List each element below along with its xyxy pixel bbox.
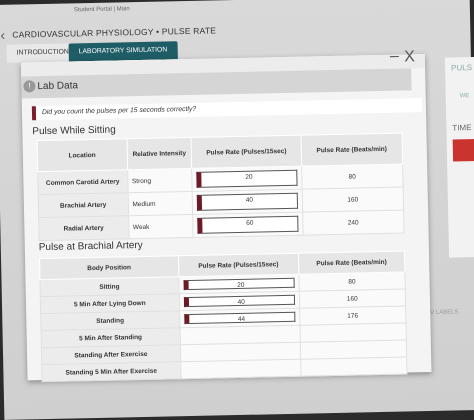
col-bpm: Pulse Rate (Beats/min) — [298, 251, 405, 275]
pulse15-input[interactable]: 40 — [183, 294, 295, 308]
portal-label: Student Portal | Main — [73, 6, 130, 14]
minimize-button[interactable]: – — [390, 48, 399, 66]
right-panel-sub: WE — [459, 93, 470, 100]
question-text: Did you count the pulses per 15 seconds … — [31, 98, 423, 121]
pulse15-cell: 60 — [193, 212, 303, 238]
intensity-cell: Medium — [127, 191, 194, 216]
col-position: Body Position — [39, 255, 179, 280]
breadcrumb-text: CARDIOVASCULAR PHYSIOLOGY • PULSE RATE — [12, 25, 217, 40]
pulse15-cell: 44 — [179, 308, 300, 328]
pulse15-cell: 40 — [192, 189, 303, 215]
lab-data-title: Lab Data — [37, 80, 79, 93]
col-location: Location — [37, 138, 128, 172]
timer-block[interactable] — [452, 138, 474, 162]
bpm-cell: 160 — [301, 187, 404, 213]
lab-data-modal: – X ! Lab Data Did you count the pulses … — [20, 48, 432, 382]
close-button[interactable]: X — [404, 48, 415, 66]
right-panel-title: PULS — [451, 63, 473, 73]
right-panel: PULS WE TIME — [444, 56, 474, 258]
bpm-cell: 240 — [302, 210, 405, 236]
bpm-cell: 80 — [301, 164, 404, 190]
pulse15-input[interactable]: 40 — [197, 192, 298, 211]
intensity-cell: Weak — [128, 214, 194, 239]
pulse15-cell[interactable] — [180, 359, 301, 379]
right-panel-time: TIME — [452, 123, 472, 133]
intensity-cell: Strong — [127, 168, 193, 193]
col-bpm: Pulse Rate (Beats/min) — [300, 133, 403, 167]
pulse15-input[interactable]: 20 — [183, 277, 295, 291]
bpm-cell — [300, 356, 408, 377]
screen: Student Portal | Main ‹ CARDIOVASCULAR P… — [0, 0, 474, 420]
back-chevron-icon[interactable]: ‹ — [0, 27, 5, 43]
warning-icon: ! — [23, 80, 36, 93]
sitting-section-title: Pulse While Sitting — [32, 124, 116, 138]
col-pulse15: Pulse Rate (Pulses/15sec) — [178, 253, 299, 277]
tab-laboratory-simulation[interactable]: LABORATORY SIMULATION — [68, 41, 178, 62]
brachial-table: Body Position Pulse Rate (Pulses/15sec) … — [39, 250, 408, 382]
brachial-section-title: Pulse at Brachial Artery — [38, 239, 143, 254]
col-pulse15: Pulse Rate (Pulses/15sec) — [191, 135, 302, 169]
col-intensity: Relative Intensity — [126, 137, 193, 170]
sitting-table: Location Relative Intensity Pulse Rate (… — [37, 133, 405, 242]
pulse15-cell: 20 — [192, 166, 302, 192]
pulse15-input[interactable]: 20 — [196, 169, 298, 188]
pulse15-input[interactable]: 44 — [183, 311, 296, 325]
location-cell: Radial Artery — [38, 215, 129, 241]
location-cell: Brachial Artery — [38, 192, 129, 218]
location-cell: Common Carotid Artery — [37, 169, 128, 195]
labels-text: V LABELS — [430, 309, 459, 316]
position-cell: Standing 5 Min After Exercise — [41, 361, 181, 382]
pulse15-input[interactable]: 60 — [197, 215, 299, 234]
